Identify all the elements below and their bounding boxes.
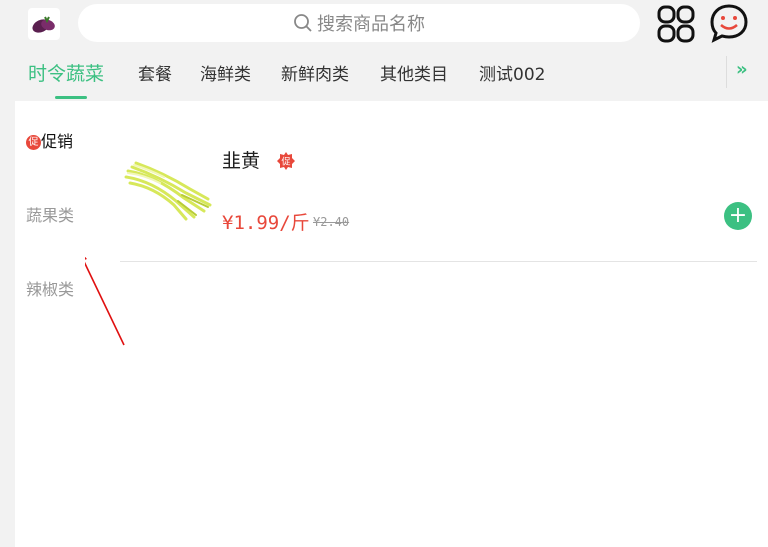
chat-smile-icon[interactable]	[708, 2, 750, 44]
product-image[interactable]	[124, 153, 212, 223]
logo[interactable]	[28, 8, 60, 40]
search-icon	[294, 14, 312, 32]
search-placeholder: 搜索商品名称	[317, 14, 425, 35]
top-bar: 搜索商品名称	[0, 0, 768, 46]
tabs-divider	[726, 56, 727, 88]
double-chevron-right-icon[interactable]: »	[736, 59, 748, 80]
apps-grid-icon[interactable]	[656, 4, 696, 44]
main-content: 促促销 蔬果类 辣椒类 韭黄 促 ¥1.99/斤 ¥2.40 +	[15, 101, 768, 547]
search-input[interactable]: 搜索商品名称	[78, 4, 640, 42]
active-tab-indicator	[55, 96, 87, 99]
tab-set-meal[interactable]: 套餐	[138, 60, 172, 85]
tab-seasonal-vegetables[interactable]: 时令蔬菜	[28, 59, 104, 86]
category-tabs: 时令蔬菜 套餐 海鲜类 新鲜肉类 其他类目 测试002 »	[0, 50, 768, 100]
promo-badge-icon: 促	[277, 152, 295, 174]
sidebar-item-fruits-vegetables[interactable]: 蔬果类	[26, 202, 74, 226]
tab-seafood[interactable]: 海鲜类	[200, 60, 251, 85]
add-to-cart-button[interactable]: +	[724, 202, 752, 230]
product-price: ¥1.99/斤	[222, 212, 310, 234]
plus-icon: +	[728, 203, 748, 228]
annotation-arrow-icon	[85, 256, 125, 346]
promo-badge: 促	[26, 135, 41, 150]
product-badge-label: 促	[281, 156, 290, 168]
sidebar-item-peppers[interactable]: 辣椒类	[26, 276, 74, 300]
sweet-potato-logo-icon	[32, 16, 55, 33]
product-divider	[120, 261, 757, 262]
sidebar-item-label: 促销	[41, 132, 74, 151]
product-name[interactable]: 韭黄	[222, 146, 260, 173]
product-old-price: ¥2.40	[313, 215, 350, 229]
sidebar-item-promotion[interactable]: 促促销	[26, 128, 73, 152]
tab-other[interactable]: 其他类目	[380, 60, 448, 85]
tab-test002[interactable]: 测试002	[479, 60, 545, 85]
tab-fresh-meat[interactable]: 新鲜肉类	[281, 60, 349, 85]
